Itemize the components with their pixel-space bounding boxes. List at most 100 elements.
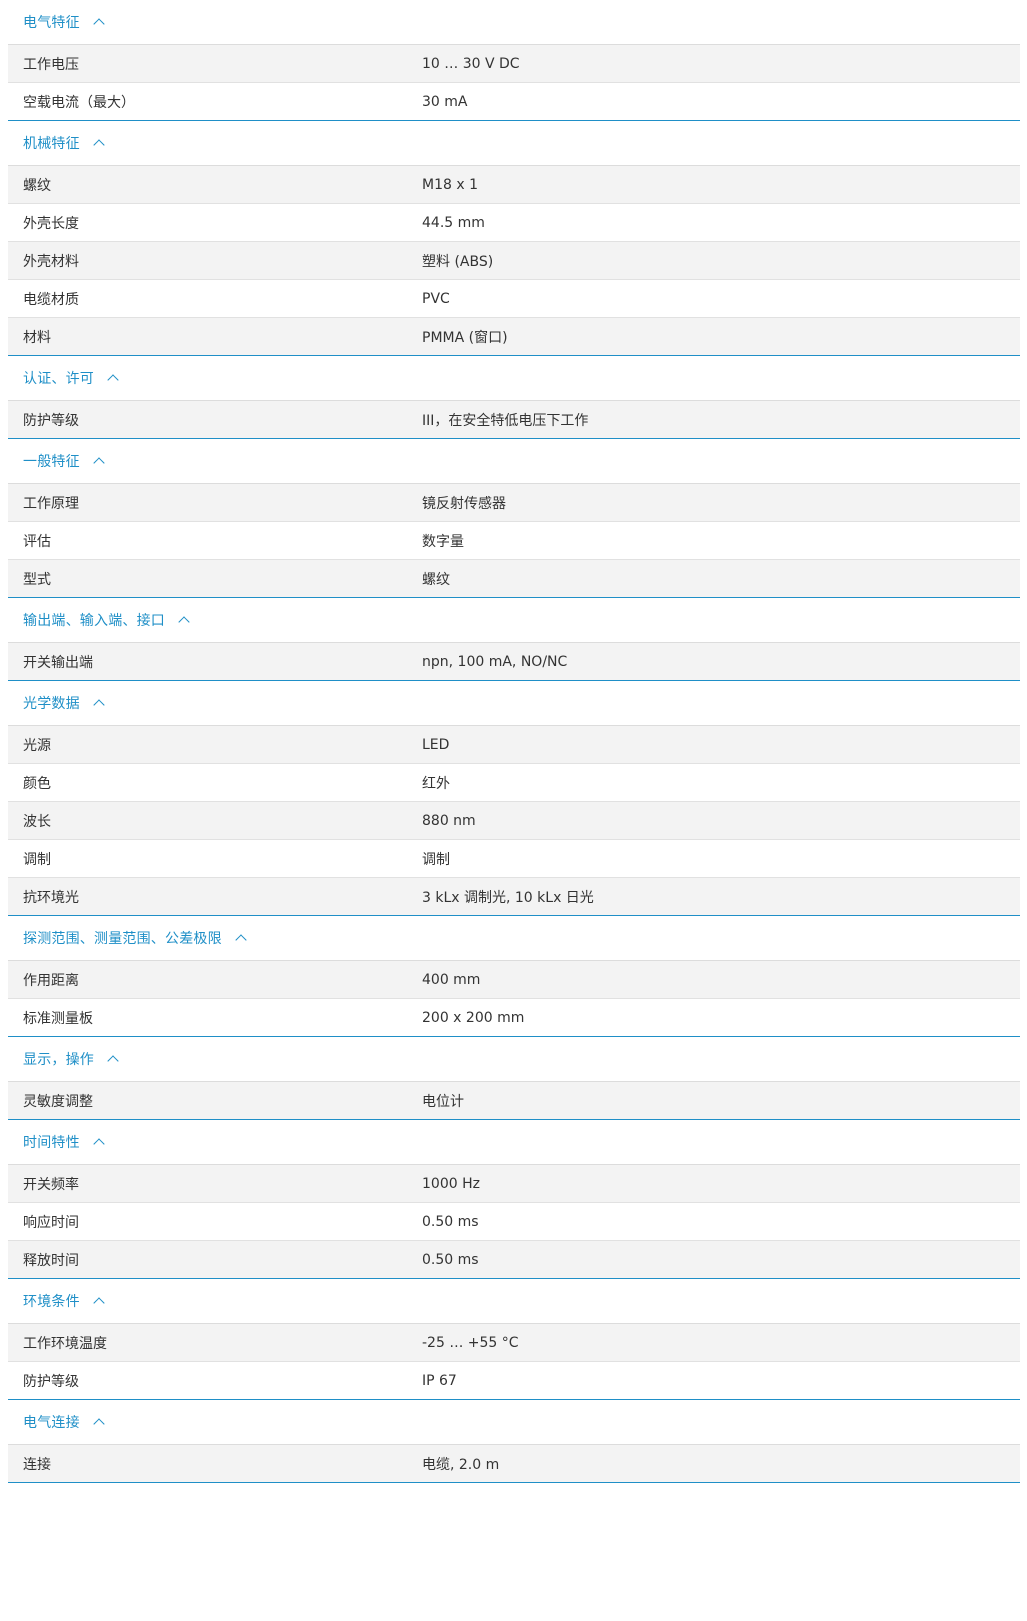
spec-value: 44.5 mm [422,214,485,231]
spec-value: 200 x 200 mm [422,1009,525,1026]
spec-table: 电气特征工作电压 10 … 30 V DC 空载电流（最大） 30 mA 机械特征螺纹 M… [8,0,1020,1483]
section-title: 认证、许可 [23,371,94,387]
spec-label: 连接 [23,1456,51,1473]
spec-value: PVC [422,290,450,307]
spec-value: 10 … 30 V DC [422,55,520,72]
section-header-toggle[interactable]: 光学数据 [8,681,1020,726]
spec-label: 标准测量板 [23,1010,93,1027]
spec-label: 空载电流（最大） [23,94,135,111]
spec-section: 认证、许可防护等级 III，在安全特低电压下工作 [8,356,1020,439]
section-header-toggle[interactable]: 认证、许可 [8,356,1020,401]
spec-label: 评估 [23,533,51,550]
spec-label: 抗环境光 [23,889,79,906]
chevron-up-icon[interactable] [107,374,119,386]
spec-value: LED [422,736,450,753]
spec-row: 标准测量板 200 x 200 mm [8,999,1020,1037]
spec-value: 螺纹 [422,571,450,588]
chevron-up-icon[interactable] [93,1138,105,1150]
spec-label: 型式 [23,571,51,588]
spec-row: 防护等级 IP 67 [8,1362,1020,1400]
spec-label: 响应时间 [23,1214,79,1231]
section-title: 环境条件 [23,1294,80,1310]
spec-row: 防护等级 III，在安全特低电压下工作 [8,401,1020,439]
spec-section: 电气连接连接 电缆, 2.0 m [8,1400,1020,1483]
spec-value: 调制 [422,851,450,868]
spec-row: 开关频率 1000 Hz [8,1165,1020,1203]
spec-row: 响应时间 0.50 ms [8,1203,1020,1241]
spec-value: IP 67 [422,1372,457,1389]
chevron-up-icon[interactable] [178,616,190,628]
spec-label: 外壳长度 [23,215,79,232]
spec-section: 时间特性 开关频率 1000 Hz 响应时间 0.50 ms 释放时间 0.50 ms [8,1120,1020,1279]
chevron-up-icon[interactable] [93,1297,105,1309]
spec-row: 灵敏度调整 电位计 [8,1082,1020,1120]
section-title: 探测范围、测量范围、公差极限 [23,931,222,947]
section-header-toggle[interactable]: 输出端、输入端、接口 [8,598,1020,643]
section-header-toggle[interactable]: 一般特征 [8,439,1020,484]
spec-label: 波长 [23,813,51,830]
spec-label: 作用距离 [23,972,79,989]
section-title: 输出端、输入端、接口 [23,613,165,629]
spec-value: 数字量 [422,533,464,550]
spec-row: 开关输出端 npn, 100 mA, NO/NC [8,643,1020,681]
spec-row: 颜色 红外 [8,764,1020,802]
spec-value: 电位计 [422,1093,464,1110]
spec-row: 工作电压 10 … 30 V DC [8,45,1020,83]
spec-value: 3 kLx 调制光, 10 kLx 日光 [422,889,594,906]
spec-value: III，在安全特低电压下工作 [422,412,589,429]
section-header-toggle[interactable]: 显示，操作 [8,1037,1020,1082]
spec-label: 灵敏度调整 [23,1093,93,1110]
section-header-toggle[interactable]: 电气特征 [8,0,1020,45]
spec-row: 空载电流（最大） 30 mA [8,83,1020,121]
spec-label: 电缆材质 [23,291,79,308]
spec-section: 探测范围、测量范围、公差极限 作用距离 400 mm 标准测量板 200 x 200 m… [8,916,1020,1037]
chevron-up-icon[interactable] [93,18,105,30]
spec-row: 调制 调制 [8,840,1020,878]
spec-row: 电缆材质 PVC [8,280,1020,318]
chevron-up-icon[interactable] [93,1418,105,1430]
section-header-toggle[interactable]: 环境条件 [8,1279,1020,1324]
section-title: 一般特征 [23,454,80,470]
spec-value: M18 x 1 [422,176,478,193]
spec-value: 0.50 ms [422,1251,479,1268]
section-title: 时间特性 [23,1135,80,1151]
spec-label: 螺纹 [23,177,51,194]
section-header-toggle[interactable]: 机械特征 [8,121,1020,166]
spec-label: 光源 [23,737,51,754]
spec-row: 连接 电缆, 2.0 m [8,1445,1020,1483]
chevron-up-icon[interactable] [107,1055,119,1067]
spec-label: 工作环境温度 [23,1335,107,1352]
spec-label: 外壳材料 [23,253,79,270]
spec-value: 400 mm [422,971,481,988]
spec-row: 外壳长度 44.5 mm [8,204,1020,242]
spec-label: 开关频率 [23,1176,79,1193]
spec-row: 螺纹 M18 x 1 [8,166,1020,204]
section-title: 机械特征 [23,136,80,152]
spec-row: 释放时间 0.50 ms [8,1241,1020,1279]
spec-row: 抗环境光 3 kLx 调制光, 10 kLx 日光 [8,878,1020,916]
spec-section: 机械特征 螺纹 M18 x 1 外壳长度 44.5 mm 外壳材料 塑料 (ABS) 电缆材质… [8,121,1020,356]
chevron-up-icon[interactable] [93,457,105,469]
section-header-toggle[interactable]: 电气连接 [8,1400,1020,1445]
section-header-toggle[interactable]: 时间特性 [8,1120,1020,1165]
spec-value: -25 … +55 °C [422,1334,519,1351]
spec-label: 调制 [23,851,51,868]
spec-section: 显示，操作灵敏度调整 电位计 [8,1037,1020,1120]
spec-section: 输出端、输入端、接口开关输出端 npn, 100 mA, NO/NC [8,598,1020,681]
section-title: 电气连接 [23,1415,80,1431]
chevron-up-icon[interactable] [235,934,247,946]
spec-value: 镜反射传感器 [422,495,506,512]
spec-label: 材料 [23,329,51,346]
spec-label: 颜色 [23,775,51,792]
chevron-up-icon[interactable] [93,139,105,151]
spec-row: 工作原理 镜反射传感器 [8,484,1020,522]
spec-value: 红外 [422,775,450,792]
spec-section: 一般特征工作原理 镜反射传感器评估 数字量型式 螺纹 [8,439,1020,598]
section-title: 显示，操作 [23,1052,94,1068]
spec-section: 光学数据 光源 LED 颜色 红外 波长 880 nm 调制 调制 抗环境光 3 kLx 调制光, … [8,681,1020,916]
chevron-up-icon[interactable] [93,699,105,711]
spec-label: 防护等级 [23,412,79,429]
section-header-toggle[interactable]: 探测范围、测量范围、公差极限 [8,916,1020,961]
spec-label: 工作电压 [23,56,79,73]
spec-row: 外壳材料 塑料 (ABS) [8,242,1020,280]
